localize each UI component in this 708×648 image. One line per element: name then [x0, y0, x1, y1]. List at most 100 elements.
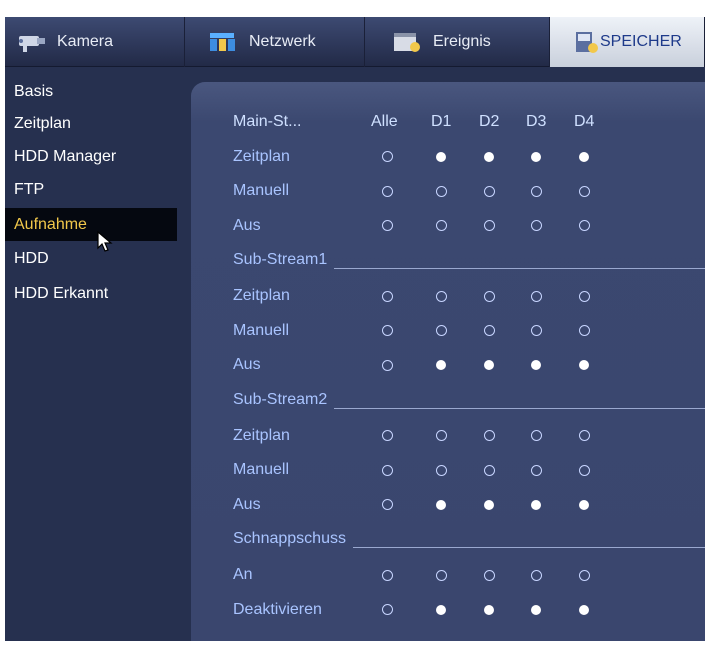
section-divider: [334, 407, 705, 409]
tab-speicher[interactable]: SPEICHER: [550, 17, 705, 67]
row-label-aus: Aus: [233, 216, 261, 234]
radio-channel[interactable]: [578, 430, 590, 441]
radio-channel[interactable]: [436, 499, 446, 510]
sidebar-item-basis[interactable]: Basis: [5, 75, 177, 108]
radio-alle[interactable]: [381, 185, 393, 197]
radio-channel[interactable]: [435, 569, 447, 581]
radio-channel[interactable]: [483, 325, 495, 336]
column-header-d1: D1: [431, 113, 452, 130]
radio-channel[interactable]: [435, 220, 447, 231]
radio-channel[interactable]: [436, 360, 446, 370]
radio-channel[interactable]: [579, 151, 589, 162]
record-settings-panel: Main-St... Alle D1 D2 D3 D4 Zeitplan Manuell Aus…: [191, 82, 705, 641]
radio-channel[interactable]: [530, 464, 542, 476]
row-label-aus: Aus: [233, 356, 261, 373]
row-label-zeitplan: Zeitplan: [233, 426, 290, 444]
sidebar: Basis Zeitplan HDD Manager FTP Aufnahme …: [5, 67, 177, 641]
radio-channel[interactable]: [531, 151, 541, 162]
radio-channel[interactable]: [579, 604, 589, 615]
sidebar-item-ftp[interactable]: FTP: [5, 173, 177, 206]
radio-channel[interactable]: [530, 290, 542, 302]
radio-alle[interactable]: [381, 220, 393, 231]
radio-channel[interactable]: [435, 290, 447, 302]
radio-channel[interactable]: [530, 220, 542, 231]
sidebar-item-hdd-manager[interactable]: HDD Manager: [5, 140, 177, 173]
radio-channel[interactable]: [578, 290, 590, 302]
radio-channel[interactable]: [435, 185, 447, 197]
row-label-an: An: [233, 566, 253, 583]
tab-label: Ereignis: [433, 33, 491, 50]
tab-ereignis[interactable]: Ereignis: [365, 17, 550, 67]
section-divider: [334, 268, 705, 269]
section-title: Sub-Stream1: [233, 251, 328, 268]
radio-channel[interactable]: [578, 569, 590, 581]
radio-channel[interactable]: [531, 604, 541, 615]
radio-alle[interactable]: [381, 604, 393, 615]
radio-channel[interactable]: [531, 360, 541, 370]
network-icon: [207, 30, 241, 54]
radio-alle[interactable]: [381, 499, 393, 510]
sidebar-item-label: Aufnahme: [14, 215, 87, 233]
tab-label: Netzwerk: [249, 33, 316, 50]
radio-alle[interactable]: [381, 325, 393, 336]
row-label-aus: Aus: [233, 495, 261, 513]
radio-alle[interactable]: [381, 151, 393, 162]
tab-label: SPEICHER: [600, 33, 682, 50]
column-header-d3: D3: [526, 113, 547, 130]
radio-channel[interactable]: [484, 360, 494, 370]
column-header-d4: D4: [574, 113, 595, 130]
radio-channel[interactable]: [578, 464, 590, 476]
radio-channel[interactable]: [579, 499, 589, 510]
radio-channel[interactable]: [578, 325, 590, 336]
radio-channel[interactable]: [483, 569, 495, 581]
radio-channel[interactable]: [530, 185, 542, 197]
radio-channel[interactable]: [579, 360, 589, 370]
radio-channel[interactable]: [483, 185, 495, 197]
radio-channel[interactable]: [436, 151, 446, 162]
sidebar-item-hdd[interactable]: HDD: [5, 242, 177, 275]
radio-alle[interactable]: [381, 430, 393, 441]
radio-channel[interactable]: [435, 464, 447, 476]
section-title: Schnappschuss: [233, 530, 346, 547]
sidebar-item-label: HDD: [14, 249, 49, 267]
sidebar-item-zeitplan[interactable]: Zeitplan: [5, 107, 177, 140]
row-label-zeitplan: Zeitplan: [233, 287, 290, 304]
radio-channel[interactable]: [530, 569, 542, 581]
radio-channel[interactable]: [483, 430, 495, 441]
sidebar-item-aufnahme[interactable]: Aufnahme: [5, 208, 177, 241]
radio-channel[interactable]: [435, 430, 447, 441]
radio-channel[interactable]: [435, 325, 447, 336]
event-icon: [391, 30, 425, 54]
section-divider: [352, 547, 705, 548]
radio-channel[interactable]: [530, 325, 542, 336]
radio-channel[interactable]: [436, 604, 446, 615]
sidebar-item-label: HDD Manager: [14, 147, 117, 165]
radio-alle[interactable]: [381, 569, 393, 581]
radio-alle[interactable]: [381, 464, 393, 476]
sidebar-item-label: HDD Erkannt: [14, 284, 109, 302]
tab-label: Kamera: [57, 33, 114, 50]
radio-alle[interactable]: [381, 359, 393, 371]
radio-channel[interactable]: [483, 220, 495, 231]
sidebar-item-hdd-erkannt[interactable]: HDD Erkannt: [5, 277, 177, 310]
row-label-manuell: Manuell: [233, 182, 290, 199]
radio-channel[interactable]: [484, 151, 494, 162]
radio-channel[interactable]: [484, 604, 494, 615]
radio-channel[interactable]: [484, 499, 494, 510]
storage-icon: [574, 30, 600, 54]
radio-channel[interactable]: [483, 290, 495, 302]
mouse-cursor-icon: [97, 230, 115, 253]
radio-channel[interactable]: [578, 185, 590, 197]
radio-channel[interactable]: [531, 499, 541, 510]
sidebar-item-label: FTP: [14, 180, 45, 198]
tab-kamera[interactable]: Kamera: [5, 17, 185, 67]
radio-alle[interactable]: [381, 290, 393, 302]
top-tab-bar: Kamera Netzwerk Ereignis SPEICHER: [5, 17, 705, 67]
radio-channel[interactable]: [483, 464, 495, 476]
row-label-deaktivieren: Deaktivieren: [233, 600, 322, 618]
radio-channel[interactable]: [578, 220, 590, 231]
section-title: Sub-Stream2: [233, 390, 328, 408]
stream-header-label: Main-St...: [233, 113, 302, 130]
radio-channel[interactable]: [530, 430, 542, 441]
tab-netzwerk[interactable]: Netzwerk: [185, 17, 365, 67]
